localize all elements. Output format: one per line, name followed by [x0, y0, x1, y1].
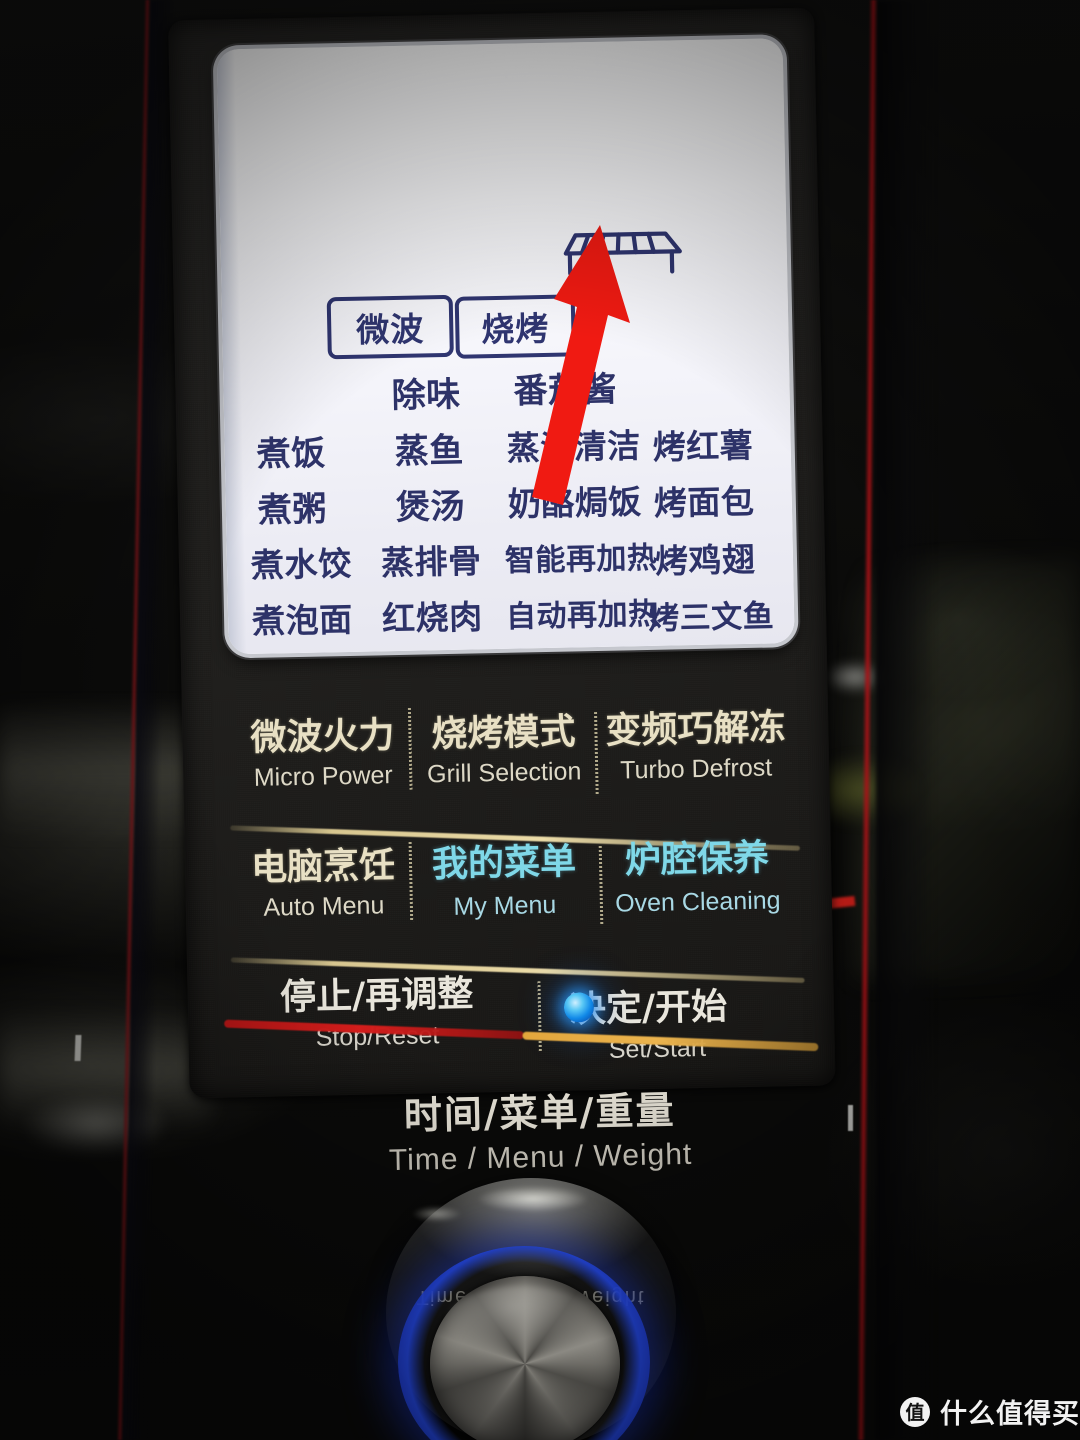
menu-item-c2r1[interactable]: 蒸鱼 [394, 423, 464, 473]
door-seam-shadow-right [876, 0, 936, 1440]
button-label-cn: 变频巧解冻 [604, 707, 786, 752]
control-dial[interactable]: Time / Menu / Weight [368, 1178, 690, 1440]
menu-item-c1r1[interactable]: 煮饭 [256, 425, 326, 475]
button-label-en: Grill Selection [426, 757, 582, 789]
button-label-en: Micro Power [253, 761, 393, 792]
grill-rack-icon [563, 231, 682, 276]
menu-item-c2r2[interactable]: 煲汤 [395, 479, 465, 529]
menu-item-c2r4[interactable]: 红烧肉 [382, 590, 483, 640]
control-panel: 微波 烧烤 除味 番茄酱 煮饭 煮粥 煮水饺 煮泡面 蒸鱼 煲汤 蒸排骨 红烧肉… [168, 7, 836, 1099]
button-label-en: Oven Cleaning [614, 886, 781, 918]
menu-item-c1r2[interactable]: 煮粥 [257, 481, 328, 531]
menu-item-c4r1[interactable]: 烤红薯 [652, 419, 753, 469]
menu-item-c3r1[interactable]: 蒸汽清洁 [506, 419, 641, 470]
mode-chip-grill[interactable]: 烧烤 [454, 294, 576, 359]
menu-item-c4r4[interactable]: 烤三文鱼 [648, 590, 775, 638]
dial-specular-1 [478, 1186, 588, 1212]
button-my-menu[interactable]: 我的菜单 My Menu [410, 832, 598, 923]
glass-highlight-speck-1 [74, 1035, 82, 1061]
microwave-panel-photo: 微波 烧烤 除味 番茄酱 煮饭 煮粥 煮水饺 煮泡面 蒸鱼 煲汤 蒸排骨 红烧肉… [0, 0, 1080, 1440]
button-row-menu: 电脑烹饪 Auto Menu 我的菜单 My Menu 炉腔保养 Oven Cl… [235, 828, 807, 926]
menu-item-c3r4[interactable]: 自动再加热 [506, 589, 659, 636]
button-label-en: Auto Menu [263, 891, 385, 922]
mode-chip-microwave[interactable]: 微波 [326, 294, 454, 360]
button-label-cn: 我的菜单 [431, 841, 577, 886]
button-turbo-defrost[interactable]: 变频巧解冻 Turbo Defrost [596, 698, 796, 786]
menu-item-c4r2[interactable]: 烤面包 [653, 475, 754, 525]
menu-item-c1r4[interactable]: 煮泡面 [252, 593, 353, 643]
button-label-cn: 烧烤模式 [431, 711, 576, 756]
button-row-control: 停止/再调整 Stop/Reset 决定/开始 Set/Start [261, 958, 803, 1072]
button-micro-power[interactable]: 微波火力 Micro Power [234, 706, 412, 794]
menu-item-tomato-sauce[interactable]: 番茄酱 [513, 362, 617, 413]
watermark: 值 什么值得买 [900, 1392, 1080, 1431]
button-grill-selection[interactable]: 烧烤模式 Grill Selection [410, 702, 598, 790]
menu-item-c2r3[interactable]: 蒸排骨 [380, 534, 482, 584]
menu-item-c4r3[interactable]: 烤鸡翅 [654, 533, 756, 583]
button-label-en: Turbo Defrost [619, 753, 773, 785]
menu-item-deodorize[interactable]: 除味 [391, 367, 461, 417]
menu-item-c3r3[interactable]: 智能再加热 [504, 533, 658, 580]
button-label-cn: 电脑烹饪 [250, 845, 396, 889]
button-stop-reset[interactable]: 停止/再调整 Stop/Reset [261, 964, 493, 1054]
button-set-start[interactable]: 决定/开始 Set/Start [491, 976, 783, 1067]
button-label-cn: 停止/再调整 [279, 973, 474, 1019]
menu-item-c3r2[interactable]: 奶酪焗饭 [507, 475, 642, 526]
button-label-en: My Menu [453, 890, 557, 921]
menu-label-card: 微波 烧烤 除味 番茄酱 煮饭 煮粥 煮水饺 煮泡面 蒸鱼 煲汤 蒸排骨 红烧肉… [216, 38, 795, 655]
dial-face-glare [446, 1286, 596, 1356]
menu-item-c1r3[interactable]: 煮水饺 [250, 537, 352, 587]
button-label-cn: 炉腔保养 [624, 837, 770, 882]
button-oven-cleaning[interactable]: 炉腔保养 Oven Cleaning [596, 828, 798, 919]
watermark-badge: 值 [900, 1396, 930, 1427]
button-label-cn: 微波火力 [250, 715, 395, 759]
watermark-text: 什么值得买 [940, 1399, 1080, 1430]
button-row-power: 微波火力 Micro Power 烧烤模式 Grill Selection 变频… [234, 698, 796, 793]
button-auto-menu[interactable]: 电脑烹饪 Auto Menu [235, 836, 413, 924]
